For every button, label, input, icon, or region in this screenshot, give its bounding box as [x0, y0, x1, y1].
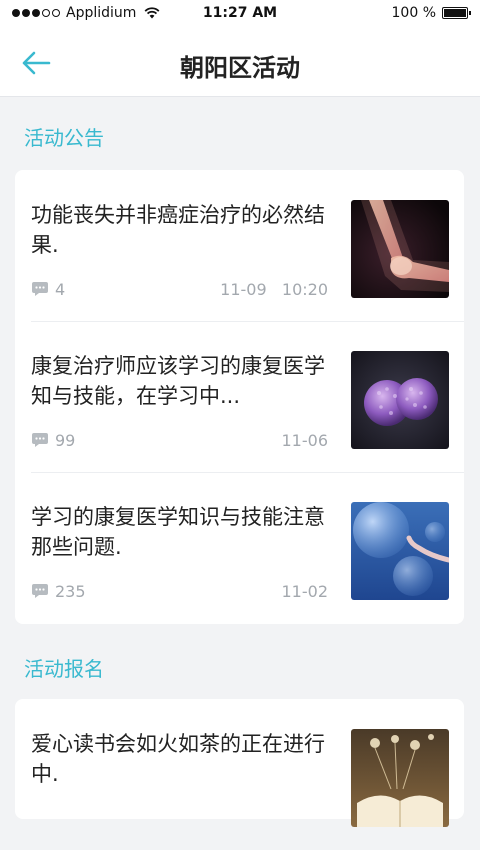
list-item[interactable]: 康复治疗师应该学习的康复医学知与技能，在学习中... 99 11-06 [15, 321, 464, 472]
item-title: 学习的康复医学知识与技能注意那些问题. [31, 505, 325, 559]
navigation-bar: 朝阳区活动 [0, 28, 480, 97]
battery-percentage: 100 % [391, 5, 436, 21]
item-date: 11-06 [281, 431, 329, 450]
item-title: 爱心读书会如火如茶的正在进行中. [31, 732, 325, 786]
registration-card: 爱心读书会如火如茶的正在进行中. [15, 699, 464, 827]
list-item[interactable]: 学习的康复医学知识与技能注意那些问题. 235 11-02 [15, 472, 464, 623]
comment-icon [32, 584, 48, 598]
item-title: 功能丧失并非癌症治疗的必然结果. [31, 203, 325, 257]
open-book-thumbnail [351, 729, 449, 827]
item-meta: 99 11-06 [31, 431, 328, 451]
battery-icon [442, 7, 471, 19]
status-bar: Applidium 11:27 AM 100 % [0, 0, 480, 28]
comment-count: 99 [55, 431, 76, 450]
comment-icon [32, 282, 48, 296]
xray-elbow-thumbnail [351, 200, 449, 298]
battery-level [444, 9, 466, 17]
page-title: 朝阳区活动 [180, 54, 300, 82]
section-title-registration: 活动报名 [24, 657, 104, 681]
item-meta: 4 11-09 10:20 [31, 280, 328, 300]
comment-icon [32, 433, 48, 447]
cell-microscopy-thumbnail [351, 351, 449, 449]
item-title: 康复治疗师应该学习的康复医学知与技能，在学习中... [31, 354, 325, 408]
item-date: 11-02 [281, 582, 329, 601]
list-item[interactable]: 爱心读书会如火如茶的正在进行中. [15, 699, 464, 850]
blue-bubbles-thumbnail [351, 502, 449, 600]
announcements-card: 功能丧失并非癌症治疗的必然结果. 4 11-09 10:20 康复治疗师应该学习… [15, 170, 464, 624]
section-title-announcements: 活动公告 [24, 126, 104, 150]
comment-count: 4 [55, 280, 66, 299]
item-meta: 235 11-02 [31, 582, 328, 602]
battery-info: 100 % [391, 5, 471, 21]
comment-count: 235 [55, 582, 86, 601]
list-item[interactable]: 功能丧失并非癌症治疗的必然结果. 4 11-09 10:20 [15, 170, 464, 321]
item-date: 11-09 10:20 [220, 280, 328, 299]
